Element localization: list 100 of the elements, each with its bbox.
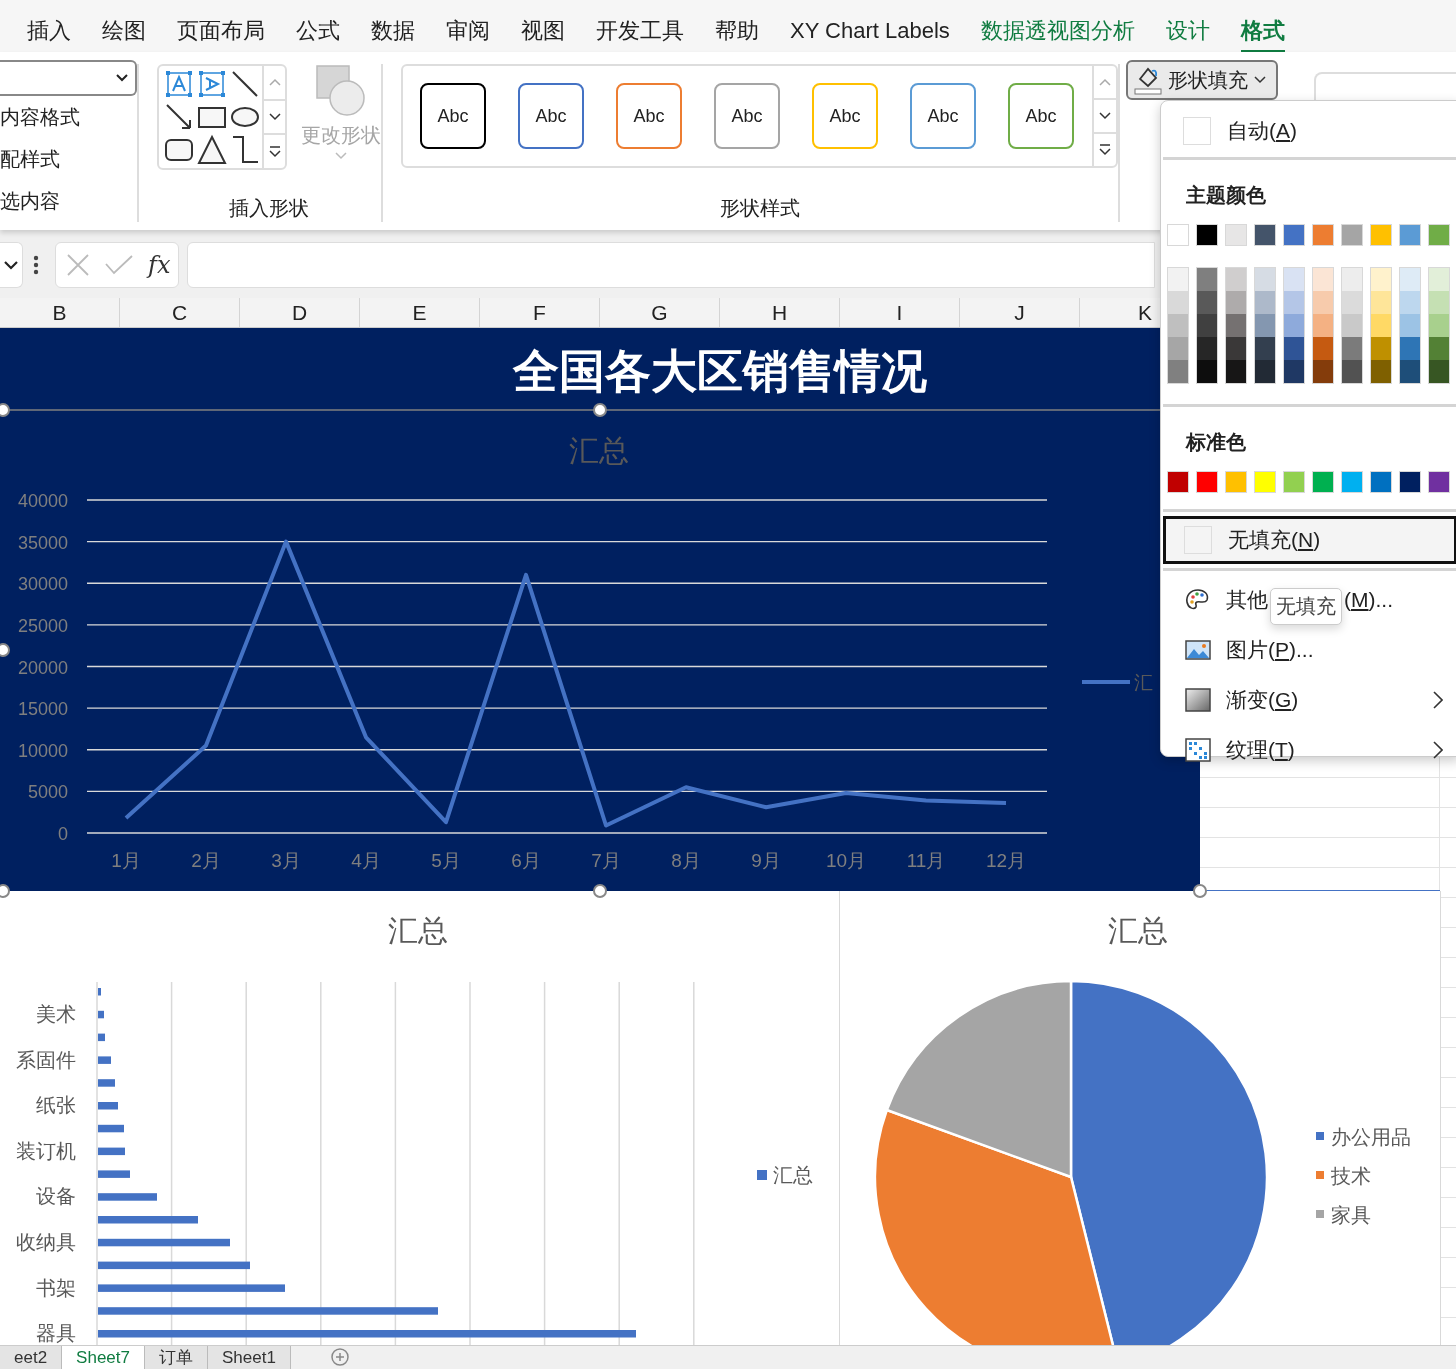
check-icon[interactable]	[104, 254, 134, 276]
color-swatch[interactable]	[1371, 360, 1391, 383]
scroll-up-icon[interactable]	[268, 78, 281, 87]
ribbon-tab[interactable]: 绘图	[102, 7, 146, 53]
color-swatch[interactable]	[1400, 268, 1420, 291]
ribbon-command[interactable]: 选内容	[0, 180, 137, 222]
column-header[interactable]: F	[480, 298, 600, 327]
expand-gallery-icon[interactable]	[268, 145, 281, 158]
color-swatch[interactable]	[1400, 291, 1420, 314]
color-swatch[interactable]	[1255, 268, 1275, 291]
ribbon-command[interactable]: 配样式	[0, 138, 137, 180]
ribbon-tab[interactable]: 审阅	[446, 7, 490, 53]
insert-function-button[interactable]: fx	[148, 251, 171, 279]
color-swatch[interactable]	[1283, 471, 1305, 493]
add-sheet-icon[interactable]	[330, 1348, 349, 1366]
color-swatch[interactable]	[1429, 291, 1449, 314]
color-swatch[interactable]	[1342, 268, 1362, 291]
color-swatch[interactable]	[1197, 337, 1217, 360]
color-swatch[interactable]	[1341, 224, 1363, 246]
color-swatch[interactable]	[1226, 291, 1246, 314]
menu-item[interactable]: 无填充(N)	[1163, 516, 1456, 564]
color-swatch[interactable]	[1312, 224, 1334, 246]
shape-fill-button[interactable]: 形状填充	[1126, 60, 1278, 100]
color-swatch[interactable]	[1429, 360, 1449, 383]
color-swatch[interactable]	[1400, 314, 1420, 337]
shape-gallery[interactable]	[157, 64, 287, 170]
scroll-down-icon[interactable]	[268, 113, 281, 121]
ribbon-tab[interactable]: 帮助	[715, 7, 759, 53]
color-swatch[interactable]	[1255, 337, 1275, 360]
shape-style-preset[interactable]: Abc	[1008, 83, 1074, 149]
ribbon-tab[interactable]: XY Chart Labels	[790, 7, 950, 53]
cancel-icon[interactable]	[66, 253, 90, 277]
color-swatch[interactable]	[1371, 314, 1391, 337]
color-swatch[interactable]	[1400, 360, 1420, 383]
color-swatch[interactable]	[1197, 314, 1217, 337]
color-swatch[interactable]	[1168, 314, 1188, 337]
color-swatch[interactable]	[1168, 268, 1188, 291]
ribbon-command[interactable]: 内容格式	[0, 96, 137, 138]
color-swatch[interactable]	[1284, 337, 1304, 360]
name-box[interactable]	[0, 242, 23, 288]
resize-handle[interactable]	[0, 643, 10, 657]
color-swatch[interactable]	[1168, 291, 1188, 314]
shape-style-preset[interactable]: Abc	[616, 83, 682, 149]
color-swatch[interactable]	[1197, 291, 1217, 314]
ribbon-tab[interactable]: 数据透视图分析	[980, 7, 1135, 53]
shape-style-preset[interactable]: Abc	[420, 83, 486, 149]
color-swatch[interactable]	[1371, 291, 1391, 314]
color-swatch[interactable]	[1399, 471, 1421, 493]
color-swatch[interactable]	[1399, 224, 1421, 246]
color-swatch[interactable]	[1168, 337, 1188, 360]
scroll-up-icon[interactable]	[1099, 78, 1111, 86]
sheet-tab[interactable]: Sheet7	[62, 1346, 145, 1369]
color-swatch[interactable]	[1254, 224, 1276, 246]
color-swatch[interactable]	[1284, 291, 1304, 314]
shape-style-preset[interactable]: Abc	[714, 83, 780, 149]
column-header[interactable]: E	[360, 298, 480, 327]
color-swatch[interactable]	[1284, 360, 1304, 383]
color-swatch[interactable]	[1196, 224, 1218, 246]
color-swatch[interactable]	[1428, 224, 1450, 246]
color-swatch[interactable]	[1226, 360, 1246, 383]
color-swatch[interactable]	[1283, 224, 1305, 246]
color-swatch[interactable]	[1370, 224, 1392, 246]
color-swatch[interactable]	[1342, 291, 1362, 314]
color-swatch[interactable]	[1197, 268, 1217, 291]
menu-item[interactable]: 自动(A)	[1161, 109, 1456, 153]
color-swatch[interactable]	[1197, 360, 1217, 383]
ribbon-tab[interactable]: 数据	[371, 7, 415, 53]
column-header[interactable]: J	[960, 298, 1080, 327]
color-swatch[interactable]	[1313, 314, 1333, 337]
column-header[interactable]: C	[120, 298, 240, 327]
column-header[interactable]: I	[840, 298, 960, 327]
resize-handle[interactable]	[0, 884, 10, 898]
color-swatch[interactable]	[1225, 471, 1247, 493]
color-swatch[interactable]	[1341, 471, 1363, 493]
ribbon-tab[interactable]: 页面布局	[177, 7, 265, 53]
shape-style-preset[interactable]: Abc	[518, 83, 584, 149]
resize-handle[interactable]	[1193, 884, 1207, 898]
color-swatch[interactable]	[1342, 360, 1362, 383]
color-swatch[interactable]	[1428, 471, 1450, 493]
column-header[interactable]: H	[720, 298, 840, 327]
color-swatch[interactable]	[1196, 471, 1218, 493]
triangle-icon[interactable]	[196, 134, 228, 166]
column-header[interactable]: B	[0, 298, 120, 327]
color-swatch[interactable]	[1313, 337, 1333, 360]
column-header[interactable]: D	[240, 298, 360, 327]
more-options-icon[interactable]	[33, 255, 39, 275]
color-swatch[interactable]	[1226, 268, 1246, 291]
shape-style-gallery[interactable]: Abc Abc Abc Abc Abc Abc Abc	[401, 64, 1118, 168]
color-swatch[interactable]	[1255, 314, 1275, 337]
scroll-down-icon[interactable]	[1099, 112, 1111, 120]
style-dropdown[interactable]	[0, 60, 137, 96]
color-swatch[interactable]	[1167, 471, 1189, 493]
color-swatch[interactable]	[1429, 337, 1449, 360]
color-swatch[interactable]	[1167, 224, 1189, 246]
ribbon-tab[interactable]: 视图	[521, 7, 565, 53]
color-swatch[interactable]	[1226, 314, 1246, 337]
shape-style-preset[interactable]: Abc	[812, 83, 878, 149]
sheet-tab[interactable]: eet2	[0, 1346, 63, 1369]
color-swatch[interactable]	[1226, 337, 1246, 360]
color-swatch[interactable]	[1225, 224, 1247, 246]
